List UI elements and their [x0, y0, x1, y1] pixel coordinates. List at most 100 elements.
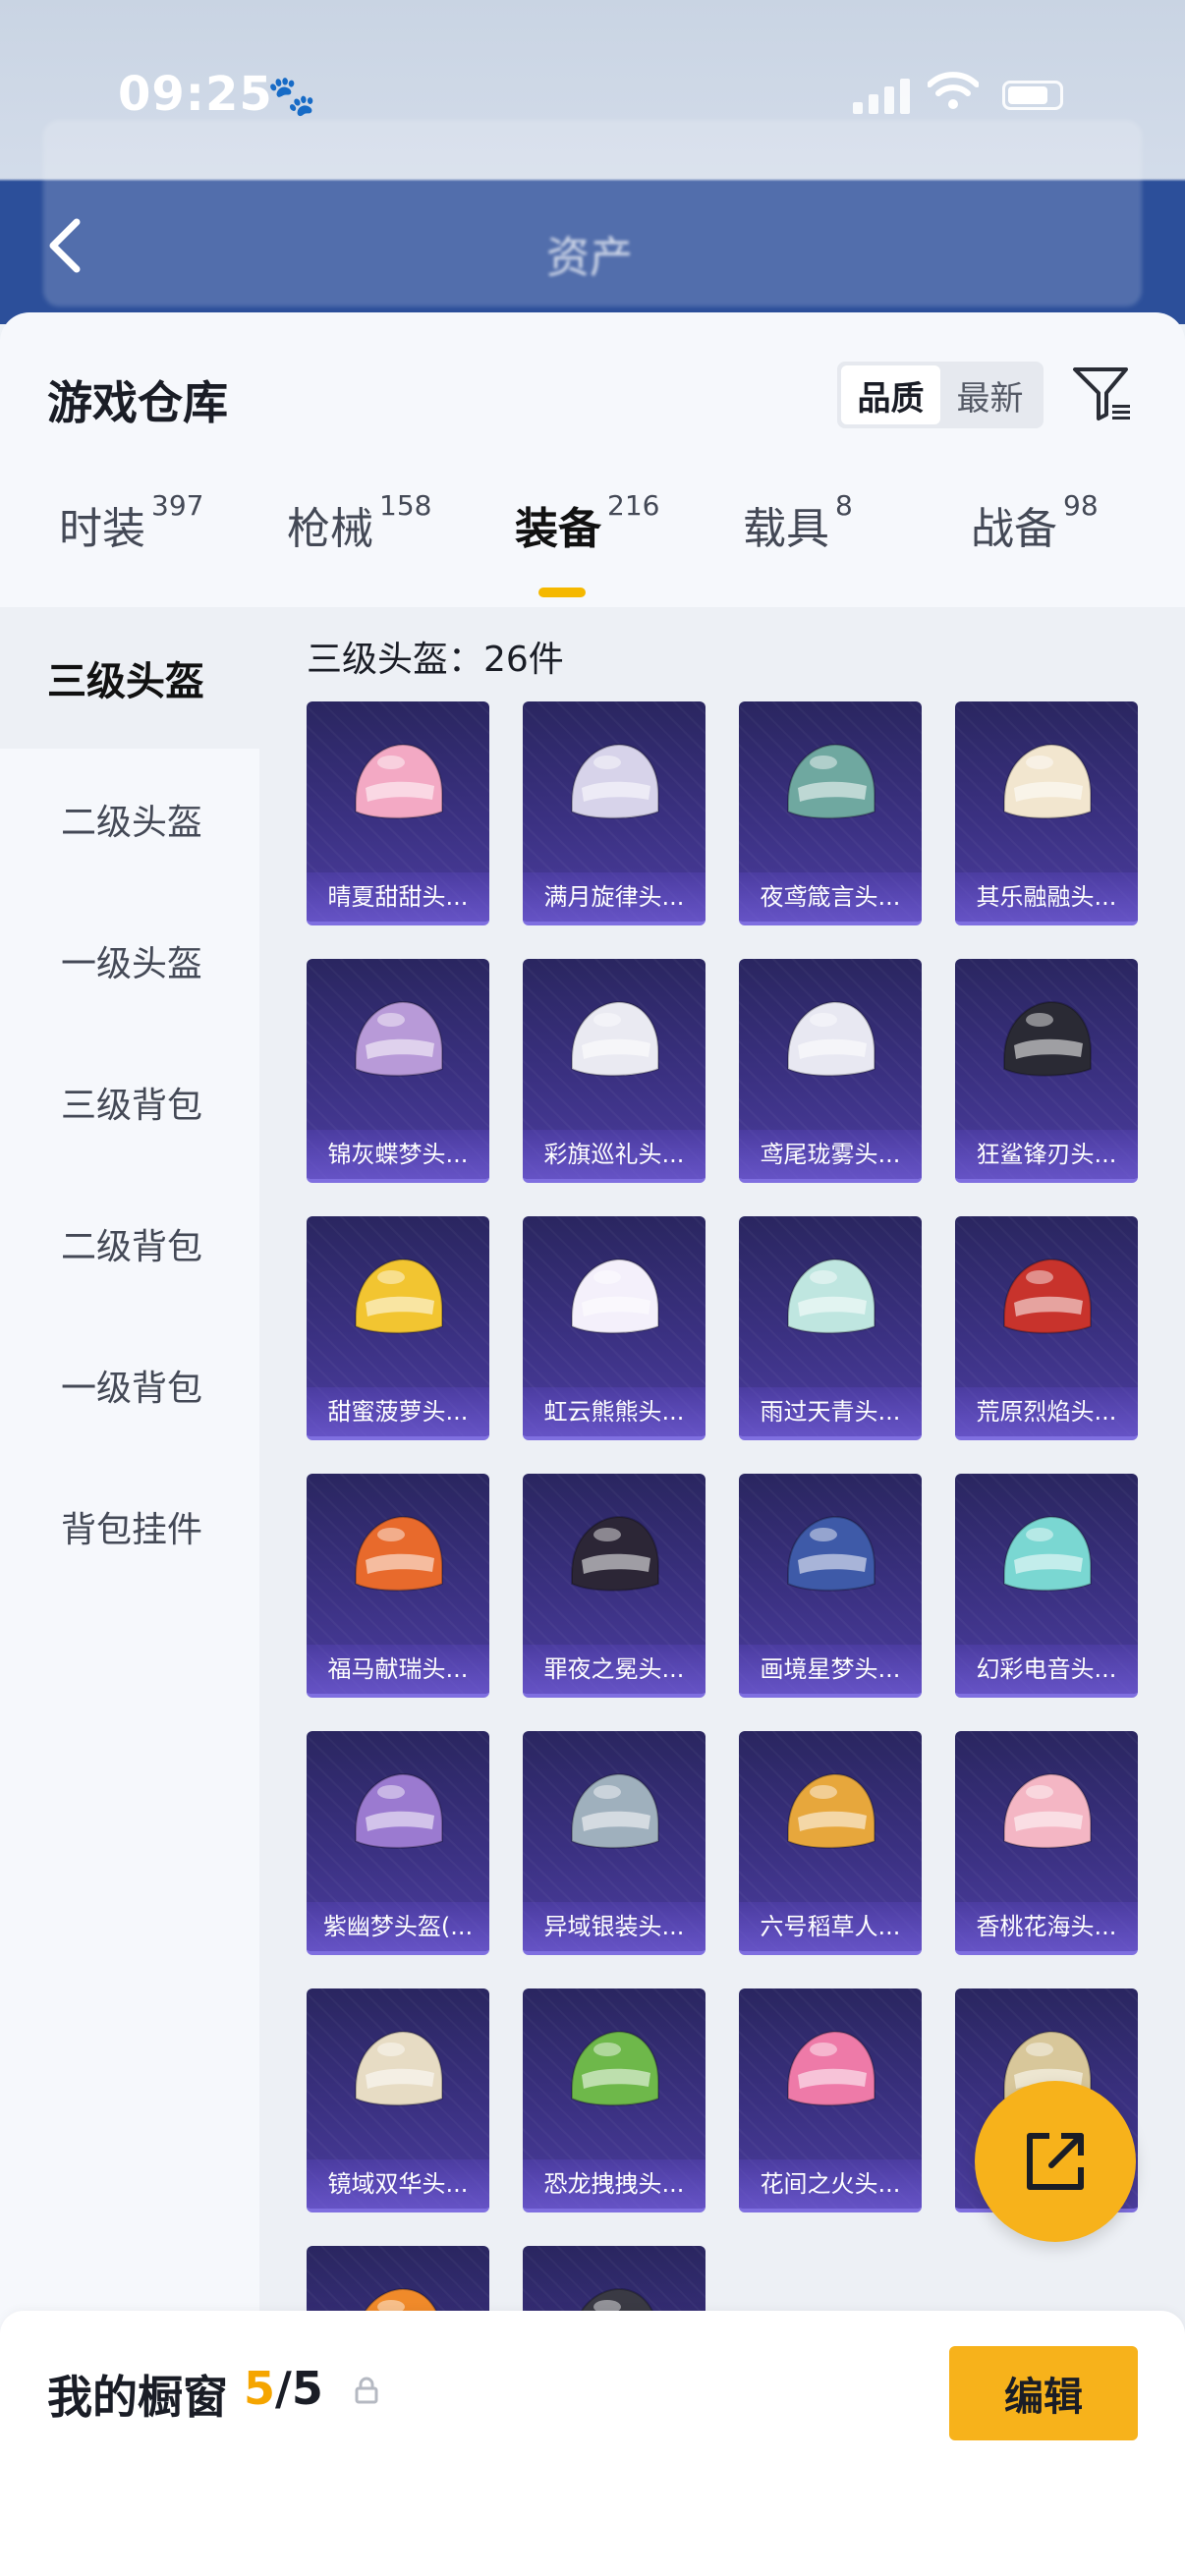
item-card[interactable]: 镜域双华头... — [307, 1988, 489, 2212]
item-card[interactable]: 狂鲨锋刃头... — [955, 959, 1138, 1183]
showcase-title: 我的橱窗 — [47, 2371, 228, 2424]
item-name: 恐龙拽拽头... — [523, 2159, 705, 2209]
paw-icon: 🐾 — [267, 74, 316, 119]
item-grid-area: 三级头盔：26件 晴夏甜甜头... 满月旋律头... 夜鸢箴言头... 其乐融融头..… — [259, 607, 1185, 2576]
share-icon — [1027, 2133, 1084, 2190]
item-name: 甜蜜菠萝头... — [307, 1387, 489, 1436]
tab-supplies[interactable]: 战备 98 — [971, 489, 1099, 556]
item-card[interactable]: 荒原烈焰头... — [955, 1216, 1138, 1440]
item-name: 幻彩电音头... — [955, 1645, 1138, 1694]
helmet-icon — [787, 1515, 875, 1592]
item-card[interactable]: 虹云熊熊头... — [523, 1216, 705, 1440]
item-card[interactable]: 恐龙拽拽头... — [523, 1988, 705, 2212]
item-name: 狂鲨锋刃头... — [955, 1130, 1138, 1179]
item-card[interactable]: 夜鸢箴言头... — [739, 701, 922, 925]
item-card[interactable]: 福马献瑞头... — [307, 1474, 489, 1698]
sidebar-item-level2-helmet[interactable]: 二级头盔 — [0, 749, 259, 890]
sidebar-item-level2-backpack[interactable]: 二级背包 — [0, 1173, 259, 1315]
item-card[interactable]: 鸢尾珑雾头... — [739, 959, 922, 1183]
item-name: 锦灰蝶梦头... — [307, 1130, 489, 1179]
tab-vehicles[interactable]: 载具 8 — [743, 489, 853, 556]
sidebar-item-backpack-charm[interactable]: 背包挂件 — [0, 1456, 259, 1597]
showcase-separator: / — [275, 2362, 292, 2415]
tab-count: 98 — [1063, 489, 1099, 522]
item-card[interactable]: 甜蜜菠萝头... — [307, 1216, 489, 1440]
helmet-icon — [1003, 1772, 1092, 1849]
helmet-icon — [355, 1515, 443, 1592]
tab-label: 时装 — [59, 504, 145, 554]
helmet-icon — [787, 743, 875, 819]
item-card[interactable]: 其乐融融头... — [955, 701, 1138, 925]
helmet-icon — [1003, 1258, 1092, 1334]
sidebar-item-level3-helmet[interactable]: 三级头盔 — [0, 607, 259, 749]
tab-count: 158 — [379, 489, 432, 522]
item-card[interactable]: 彩旗巡礼头... — [523, 959, 705, 1183]
item-card[interactable]: 香桃花海头... — [955, 1731, 1138, 1955]
item-name: 画境星梦头... — [739, 1645, 922, 1694]
item-name: 镜域双华头... — [307, 2159, 489, 2209]
item-card[interactable]: 六号稻草人... — [739, 1731, 922, 1955]
showcase-current: 5 — [244, 2362, 276, 2415]
item-card[interactable]: 雨过天青头... — [739, 1216, 922, 1440]
showcase-count: 5/5 — [244, 2362, 323, 2415]
tab-label: 载具 — [743, 504, 829, 554]
item-name: 其乐融融头... — [955, 872, 1138, 922]
sort-quality-button[interactable]: 品质 — [841, 365, 940, 424]
item-card[interactable]: 幻彩电音头... — [955, 1474, 1138, 1698]
item-name: 罪夜之冕头... — [523, 1645, 705, 1694]
sidebar-item-level3-backpack[interactable]: 三级背包 — [0, 1032, 259, 1173]
helmet-icon — [355, 1000, 443, 1077]
helmet-icon — [571, 1258, 659, 1334]
sidebar-item-level1-helmet[interactable]: 一级头盔 — [0, 890, 259, 1032]
tab-label: 装备 — [515, 504, 601, 554]
item-name: 晴夏甜甜头... — [307, 872, 489, 922]
item-name: 鸢尾珑雾头... — [739, 1130, 922, 1179]
item-card[interactable]: 紫幽梦头盔(... — [307, 1731, 489, 1955]
signal-icon — [853, 79, 910, 114]
back-arrow-icon[interactable] — [43, 216, 86, 275]
tab-equipment[interactable]: 装备 216 — [515, 489, 659, 556]
tab-fashion[interactable]: 时装 397 — [59, 489, 203, 556]
item-card[interactable]: 罪夜之冕头... — [523, 1474, 705, 1698]
item-name: 花间之火头... — [739, 2159, 922, 2209]
tab-label: 枪械 — [287, 504, 373, 554]
item-count-label: 三级头盔：26件 — [307, 640, 564, 680]
item-card[interactable]: 满月旋律头... — [523, 701, 705, 925]
helmet-icon — [571, 1772, 659, 1849]
edit-button[interactable]: 编辑 — [949, 2346, 1138, 2440]
item-card[interactable]: 花间之火头... — [739, 1988, 922, 2212]
tab-weapons[interactable]: 枪械 158 — [287, 489, 431, 556]
helmet-icon — [787, 1258, 875, 1334]
helmet-icon — [355, 2030, 443, 2106]
battery-icon — [1002, 81, 1063, 110]
background-header: 09:25 🐾 资产 — [0, 0, 1185, 324]
filter-icon[interactable] — [1071, 362, 1134, 424]
item-name: 福马献瑞头... — [307, 1645, 489, 1694]
wifi-icon — [928, 72, 979, 109]
sort-newest-button[interactable]: 最新 — [940, 365, 1040, 424]
tab-count: 397 — [151, 489, 204, 522]
sheet-title: 游戏仓库 — [47, 376, 228, 429]
warehouse-sheet: 游戏仓库 品质 最新 时装 397 枪械 158 装备 216 载具 8 战备 98 三级… — [0, 312, 1185, 2576]
item-card[interactable]: 异域银装头... — [523, 1731, 705, 1955]
helmet-icon — [787, 2030, 875, 2106]
helmet-icon — [571, 2030, 659, 2106]
subcategory-sidebar: 三级头盔 二级头盔 一级头盔 三级背包 二级背包 一级背包 背包挂件 — [0, 607, 259, 2576]
sidebar-item-level1-backpack[interactable]: 一级背包 — [0, 1315, 259, 1456]
item-name: 香桃花海头... — [955, 1902, 1138, 1951]
lock-icon — [355, 2377, 378, 2404]
helmet-icon — [571, 1000, 659, 1077]
item-card[interactable]: 画境星梦头... — [739, 1474, 922, 1698]
helmet-icon — [1003, 1000, 1092, 1077]
item-name: 六号稻草人... — [739, 1902, 922, 1951]
item-card[interactable]: 晴夏甜甜头... — [307, 701, 489, 925]
share-button[interactable] — [975, 2081, 1136, 2242]
item-name: 满月旋律头... — [523, 872, 705, 922]
page-nav-title: 资产 — [546, 233, 633, 283]
item-name: 紫幽梦头盔(... — [307, 1902, 489, 1951]
blurred-header-row — [0, 20, 1185, 57]
tab-count: 216 — [607, 489, 660, 522]
item-name: 虹云熊熊头... — [523, 1387, 705, 1436]
item-card[interactable]: 锦灰蝶梦头... — [307, 959, 489, 1183]
tab-label: 战备 — [971, 504, 1057, 554]
